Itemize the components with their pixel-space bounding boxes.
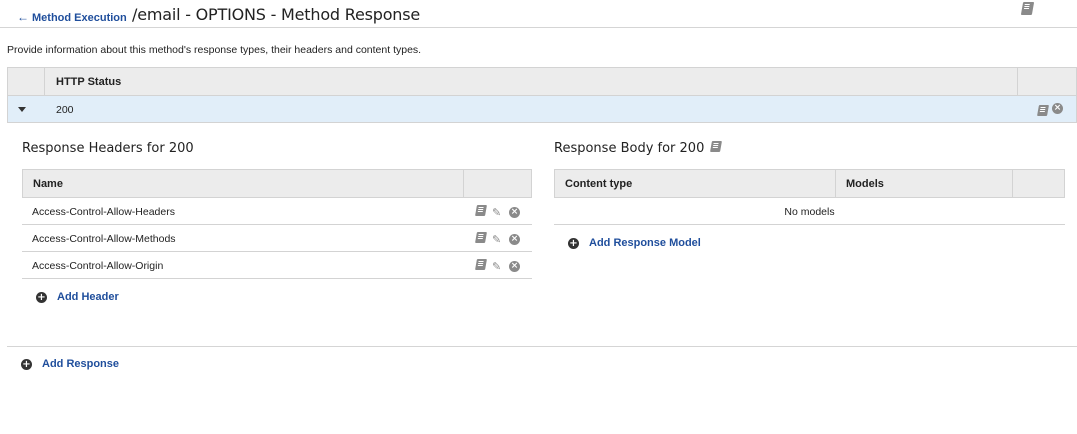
header-name: Access-Control-Allow-Methods — [32, 233, 176, 245]
row-actions: ✎ × — [475, 232, 520, 246]
http-status-column-header: HTTP Status — [56, 76, 122, 88]
add-response-link[interactable]: Add Response — [42, 358, 119, 370]
response-headers-title: Response Headers for 200 — [22, 141, 194, 156]
http-status-row[interactable]: 200 × — [7, 96, 1077, 123]
row-actions: ✎ × — [475, 205, 520, 219]
response-body-title-group: Response Body for 200 — [554, 141, 723, 156]
book-icon[interactable] — [1037, 103, 1049, 121]
page-header: ← Method Execution /email - OPTIONS - Met… — [0, 0, 1077, 28]
delete-icon[interactable]: × — [1052, 103, 1063, 114]
delete-icon[interactable]: × — [509, 206, 520, 218]
status-row-actions: × — [1037, 103, 1063, 121]
models-column-header: Models — [846, 178, 884, 190]
name-column-header: Name — [33, 178, 63, 190]
pencil-icon[interactable]: ✎ — [492, 234, 503, 245]
response-body-title: Response Body for 200 — [554, 141, 705, 156]
no-models-text: No models — [784, 206, 835, 218]
table-row: Access-Control-Allow-Origin ✎ × — [22, 252, 532, 279]
add-header-action[interactable]: + Add Header — [36, 291, 119, 303]
pencil-icon[interactable]: ✎ — [492, 261, 503, 272]
actions-column-header — [1012, 170, 1064, 197]
arrow-left-icon: ← — [17, 10, 29, 24]
header-name: Access-Control-Allow-Headers — [32, 206, 175, 218]
actions-column-header — [1017, 68, 1076, 95]
http-status-table: HTTP Status 200 × — [7, 67, 1077, 123]
book-icon[interactable] — [1020, 2, 1035, 20]
section-divider — [7, 346, 1077, 347]
actions-column-header — [463, 170, 531, 197]
add-response-model-action[interactable]: + Add Response Model — [568, 237, 701, 249]
table-row: Access-Control-Allow-Methods ✎ × — [22, 225, 532, 252]
plus-circle-icon: + — [568, 237, 579, 249]
book-icon[interactable] — [710, 141, 723, 156]
add-header-link[interactable]: Add Header — [57, 291, 119, 303]
response-headers-table-header: Name — [22, 169, 532, 198]
plus-circle-icon: + — [21, 358, 32, 370]
header-name: Access-Control-Allow-Origin — [32, 260, 164, 272]
http-status-table-header: HTTP Status — [7, 67, 1077, 96]
delete-icon[interactable]: × — [509, 233, 520, 245]
response-body-table: Content type Models No models — [554, 169, 1065, 225]
back-to-method-execution-link[interactable]: ← Method Execution — [17, 10, 127, 24]
content-type-column-header: Content type — [565, 178, 633, 190]
caret-down-icon[interactable] — [18, 107, 26, 112]
page-description: Provide information about this method's … — [7, 44, 422, 56]
book-icon[interactable] — [475, 259, 487, 273]
response-body-table-header: Content type Models — [554, 169, 1065, 198]
empty-row: No models — [554, 198, 1065, 225]
book-icon[interactable] — [475, 205, 487, 219]
book-icon[interactable] — [475, 232, 487, 246]
add-response-action[interactable]: + Add Response — [21, 358, 119, 370]
add-response-model-link[interactable]: Add Response Model — [589, 237, 701, 249]
plus-circle-icon: + — [36, 291, 47, 303]
table-row: Access-Control-Allow-Headers ✎ × — [22, 198, 532, 225]
expand-column-header — [8, 68, 45, 95]
response-headers-table: Name Access-Control-Allow-Headers ✎ × Ac… — [22, 169, 532, 279]
column-divider — [835, 170, 836, 197]
status-code: 200 — [56, 104, 74, 116]
pencil-icon[interactable]: ✎ — [492, 207, 503, 218]
row-actions: ✎ × — [475, 259, 520, 273]
back-link-label: Method Execution — [32, 12, 127, 24]
page-title: /email - OPTIONS - Method Response — [132, 5, 420, 24]
delete-icon[interactable]: × — [509, 260, 520, 272]
